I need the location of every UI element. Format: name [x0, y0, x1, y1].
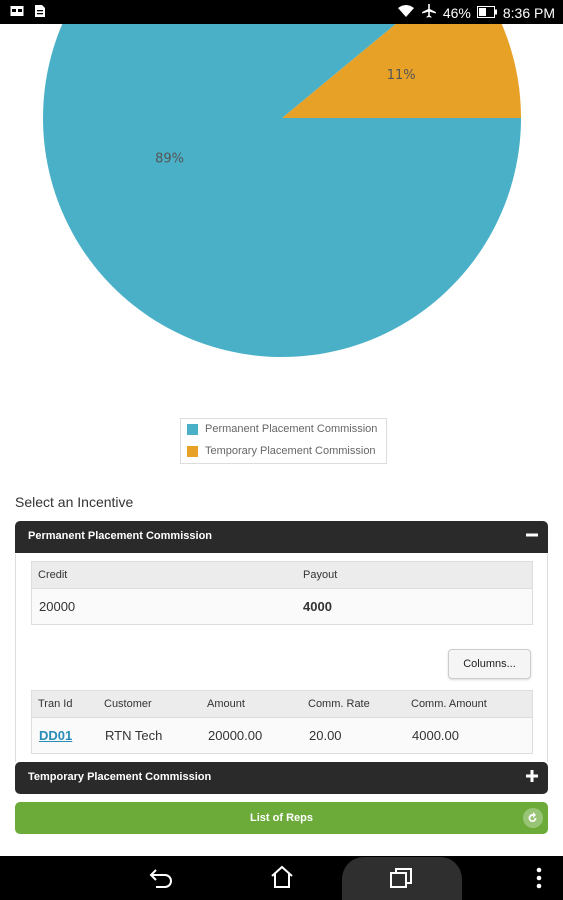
tran-id-link[interactable]: DD01 — [39, 728, 72, 743]
pie-label-temporary: 11% — [387, 68, 416, 83]
panel-header-permanent[interactable]: Permanent Placement Commission — [15, 521, 548, 553]
back-icon[interactable] — [148, 866, 174, 894]
pie-chart: 11% 89% — [0, 24, 563, 484]
payout-value: 4000 — [303, 599, 332, 614]
wifi-icon — [397, 4, 415, 21]
comm-rate-cell: 20.00 — [309, 728, 342, 743]
select-incentive-label: Select an Incentive — [15, 494, 134, 510]
legend-swatch-temporary — [187, 445, 198, 457]
list-of-reps-button[interactable]: List of Reps — [15, 802, 548, 834]
comm-amount-cell: 4000.00 — [412, 728, 459, 743]
status-bar: 46% 8:36 PM — [0, 0, 563, 24]
panel-title-permanent: Permanent Placement Commission — [28, 530, 213, 542]
column-header-tran-id[interactable]: Tran Id — [38, 698, 72, 710]
table-row: DD01 RTN Tech 20000.00 20.00 4000.00 — [31, 718, 533, 754]
column-header-credit: Credit — [38, 569, 68, 581]
legend-label-temporary: Temporary Placement Commission — [205, 445, 376, 457]
airplane-icon — [421, 3, 437, 22]
summary-table-header: Credit Payout — [31, 561, 533, 589]
legend-item-temporary: Temporary Placement Commission — [187, 445, 376, 457]
pie-label-permanent: 89% — [155, 151, 184, 166]
column-header-comm-amount[interactable]: Comm. Amount — [411, 698, 487, 710]
legend-item-permanent: Permanent Placement Commission — [187, 423, 377, 435]
column-header-amount[interactable]: Amount — [207, 698, 245, 710]
home-icon[interactable] — [269, 864, 295, 894]
column-header-customer[interactable]: Customer — [104, 698, 152, 710]
legend-swatch-permanent — [187, 423, 198, 435]
transactions-table-header: Tran Id Customer Amount Comm. Rate Comm.… — [31, 690, 533, 718]
columns-button[interactable]: Columns... — [448, 649, 531, 679]
column-header-payout: Payout — [303, 569, 338, 581]
panel-title-temporary: Temporary Placement Commission — [28, 771, 212, 783]
summary-table-row: 20000 4000 — [31, 589, 533, 625]
panel-header-temporary[interactable]: Temporary Placement Commission — [15, 762, 548, 794]
pie-chart-svg: 11% 89% — [43, 24, 521, 357]
notification-doc-icon — [34, 4, 46, 21]
clock: 8:36 PM — [502, 4, 555, 21]
back-arrow-icon — [523, 808, 543, 828]
legend-label-permanent: Permanent Placement Commission — [205, 423, 378, 435]
list-of-reps-label: List of Reps — [250, 812, 313, 824]
recent-apps-icon[interactable] — [388, 866, 414, 894]
amount-cell: 20000.00 — [208, 728, 263, 743]
battery-icon — [476, 5, 497, 21]
battery-percent: 46% — [442, 4, 471, 21]
collapse-minus-icon[interactable] — [525, 528, 539, 547]
customer-cell: RTN Tech — [105, 728, 163, 743]
overflow-menu-icon[interactable] — [535, 866, 543, 894]
notification-image-icon — [10, 4, 24, 21]
column-header-comm-rate[interactable]: Comm. Rate — [308, 698, 370, 710]
expand-plus-icon[interactable] — [525, 769, 539, 788]
credit-value: 20000 — [39, 599, 76, 614]
chart-legend: Permanent Placement Commission Temporary… — [180, 418, 387, 464]
